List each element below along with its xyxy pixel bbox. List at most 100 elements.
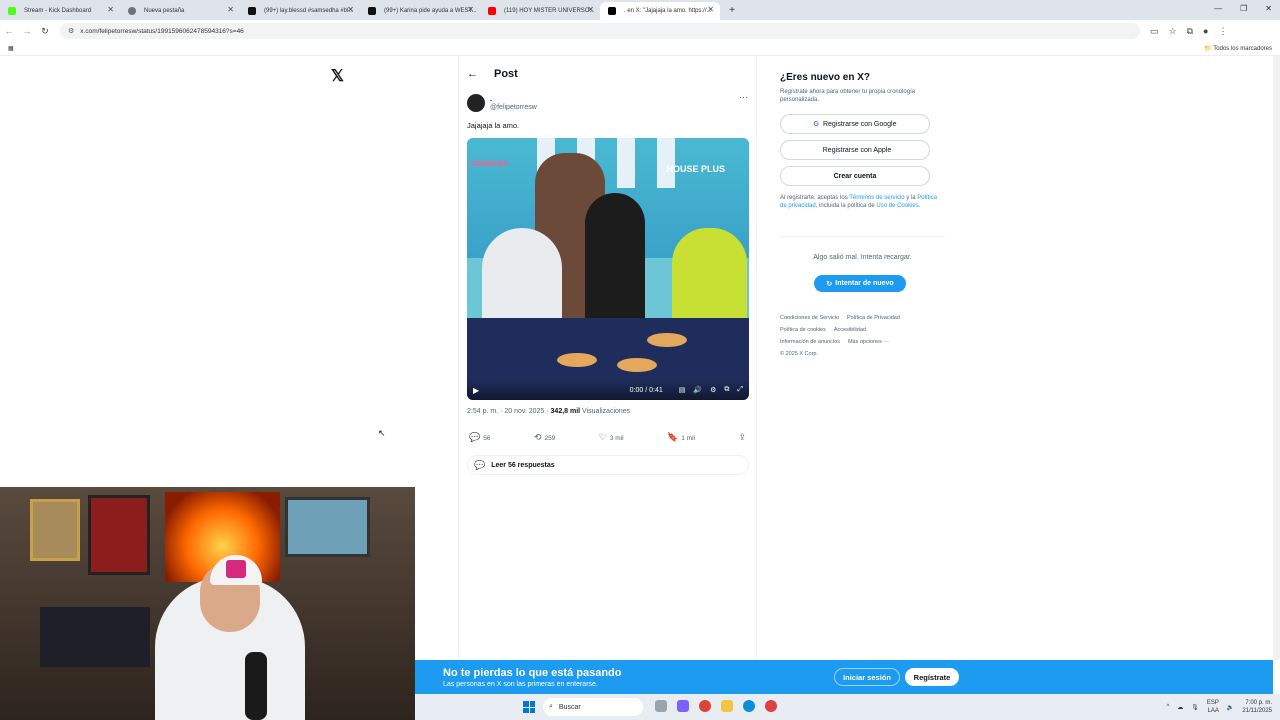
fullscreen-icon[interactable]: ⤢ [737, 386, 743, 394]
all-bookmarks[interactable]: 📁 Todos los marcadores [1204, 45, 1272, 52]
tweet-video[interactable]: cinamón HOUSE PLUS ▶ 0:00 / 0:41 ▤ 🔊 ⚙ ⧉… [467, 138, 749, 400]
wall-frame [88, 495, 150, 575]
video-frame [657, 138, 675, 188]
author-name[interactable]: . [490, 96, 537, 104]
cookies-link[interactable]: Uso de Cookies [876, 203, 918, 209]
footer-link[interactable]: Política de cookies [780, 327, 826, 333]
windows-start-icon[interactable] [523, 701, 535, 713]
network-icon[interactable]: ☁ [1177, 704, 1183, 711]
chevron-up-icon[interactable]: ^ [1166, 704, 1169, 710]
banner-subtitle: Las personas en X son las primeras en en… [443, 681, 598, 688]
language-indicator[interactable]: ESP LAA [1207, 699, 1219, 715]
share-button[interactable]: ⇪ [738, 432, 749, 443]
register-button[interactable]: Regístrate [905, 668, 959, 686]
terms-link[interactable]: Términos de servicio [849, 195, 904, 201]
bookmark-button[interactable]: 🔖 1 mil [667, 432, 695, 443]
views-count: 342,8 mil [550, 408, 581, 415]
folder-icon[interactable] [721, 700, 733, 712]
footer-links: Condiciones de Servicio Política de Priva… [780, 312, 945, 360]
refresh-icon: ↻ [826, 280, 833, 288]
browser-tab[interactable]: (99+) Karina pide ayuda a WEST... ✕ [360, 2, 480, 20]
forward-icon[interactable]: → [18, 26, 36, 36]
signup-card: ¿Eres nuevo en X? Regístrate ahora para … [780, 72, 945, 210]
author-handle[interactable]: @felipetorresw [490, 104, 537, 111]
chrome-icon [128, 7, 136, 15]
windows-taskbar: ⌕ Buscar ^ ☁ 🎙 ESP LAA 🔈 7:00 p. m. 21/11/2… [415, 694, 1280, 720]
close-tab-icon[interactable]: ✕ [107, 5, 114, 14]
timestamp[interactable]: 2:54 p. m. · 20 nov. 2025 · [467, 408, 551, 415]
retry-button[interactable]: ↻ Intentar de nuevo [814, 275, 906, 292]
volume-icon[interactable]: 🔊 [693, 386, 702, 394]
scrollbar[interactable] [1273, 56, 1280, 660]
clock[interactable]: 7:00 p. m. 21/11/2025 [1242, 699, 1272, 715]
tweet-author[interactable]: . @felipetorresw [467, 94, 537, 112]
volume-icon[interactable]: 🔈 [1227, 704, 1234, 711]
new-tab-button[interactable]: + [724, 2, 740, 20]
reply-button[interactable]: 💬 56 [469, 432, 490, 443]
create-account-button[interactable]: Crear cuenta [780, 166, 930, 186]
signup-title: ¿Eres nuevo en X? [780, 72, 871, 83]
close-tab-icon[interactable]: ✕ [707, 5, 714, 14]
tiktok-icon [248, 7, 256, 15]
post-header: ← Post [467, 68, 518, 80]
browser-tab[interactable]: (119) HOY MISTER UNIVERSO... ✕ [480, 2, 600, 20]
app-icon[interactable] [765, 700, 777, 712]
footer-link[interactable]: Información de anuncios [780, 339, 840, 345]
tiktok-icon [368, 7, 376, 15]
footer-link[interactable]: Accesibilidad [834, 327, 866, 333]
site-info-icon[interactable]: ⚙ [68, 27, 74, 35]
like-button[interactable]: ♡ 3 mil [599, 432, 624, 443]
reload-icon[interactable]: ↻ [36, 26, 54, 37]
mouse-cursor-icon: ↖ [378, 428, 386, 438]
footer-link[interactable]: Condiciones de Servicio [780, 315, 839, 321]
post-column: ← Post . @felipetorresw ··· Jajajaja la … [458, 56, 757, 660]
taskbar-search[interactable]: ⌕ Buscar [543, 698, 643, 716]
browser-tab[interactable]: (99+) lay.blessd #samsedha #bl... ✕ [240, 2, 360, 20]
browser-tab[interactable]: Stream - Kick Dashboard ✕ [0, 2, 120, 20]
apple-signup-button[interactable]: Registrarse con Apple [780, 140, 930, 160]
x-logo-icon[interactable]: 𝕏 [331, 66, 344, 86]
browser-tab-active[interactable]: . en X: "Jajajaja la amo. https://... ✕ [600, 2, 720, 20]
signup-subtitle: Regístrate ahora para obtener tu propia … [780, 89, 916, 103]
video-time: 0:00 / 0:41 [629, 386, 663, 394]
close-window-icon[interactable]: ✕ [1265, 4, 1272, 13]
google-icon: G [813, 120, 819, 128]
cast-icon[interactable]: ▭ [1150, 26, 1159, 37]
play-icon[interactable]: ▶ [473, 386, 479, 395]
footer-link[interactable]: Más opciones ··· [848, 339, 889, 345]
browser-tab[interactable]: Nueva pestaña ✕ [120, 2, 240, 20]
url-field[interactable]: ⚙ x.com/felipetorresw/status/199159606247… [60, 23, 1140, 39]
read-replies-button[interactable]: 💬 Leer 56 respuestas [467, 455, 749, 475]
footer-link[interactable]: Política de Privacidad [847, 315, 900, 321]
mic-icon[interactable]: 🎙 [1191, 704, 1199, 711]
pip-icon[interactable]: ⧉ [724, 386, 729, 394]
close-tab-icon[interactable]: ✕ [587, 5, 594, 14]
captions-icon[interactable]: ▤ [679, 386, 686, 394]
settings-icon[interactable]: ⚙ [710, 386, 716, 394]
tweet-text: Jajajaja la amo. [467, 121, 520, 130]
back-arrow-icon[interactable]: ← [467, 68, 478, 80]
profile-icon[interactable]: ● [1203, 26, 1208, 37]
x-icon [608, 7, 616, 15]
extensions-icon[interactable]: ⧉ [1187, 26, 1193, 37]
task-view-icon[interactable] [655, 700, 667, 712]
edge-icon[interactable] [743, 700, 755, 712]
menu-icon[interactable]: ⋮ [1218, 26, 1227, 37]
close-tab-icon[interactable]: ✕ [227, 5, 234, 14]
close-tab-icon[interactable]: ✕ [467, 5, 474, 14]
more-options-icon[interactable]: ··· [739, 92, 748, 102]
bookmarks-bar: ▦ 📁 Todos los marcadores [0, 42, 1280, 56]
avatar[interactable] [467, 94, 485, 112]
back-icon[interactable]: ← [0, 26, 18, 36]
apps-icon[interactable]: ▦ [8, 45, 14, 52]
google-signup-button[interactable]: G Registrarse con Google [780, 114, 930, 134]
repost-button[interactable]: ⟲ 259 [534, 432, 555, 443]
minimize-icon[interactable]: — [1214, 4, 1222, 13]
close-tab-icon[interactable]: ✕ [347, 5, 354, 14]
bookmark-star-icon[interactable]: ☆ [1169, 26, 1177, 37]
copilot-icon[interactable] [677, 700, 689, 712]
login-button[interactable]: Iniciar sesión [834, 668, 900, 686]
restore-icon[interactable]: ❐ [1240, 4, 1247, 13]
divider [780, 236, 945, 237]
chrome-icon[interactable] [699, 700, 711, 712]
